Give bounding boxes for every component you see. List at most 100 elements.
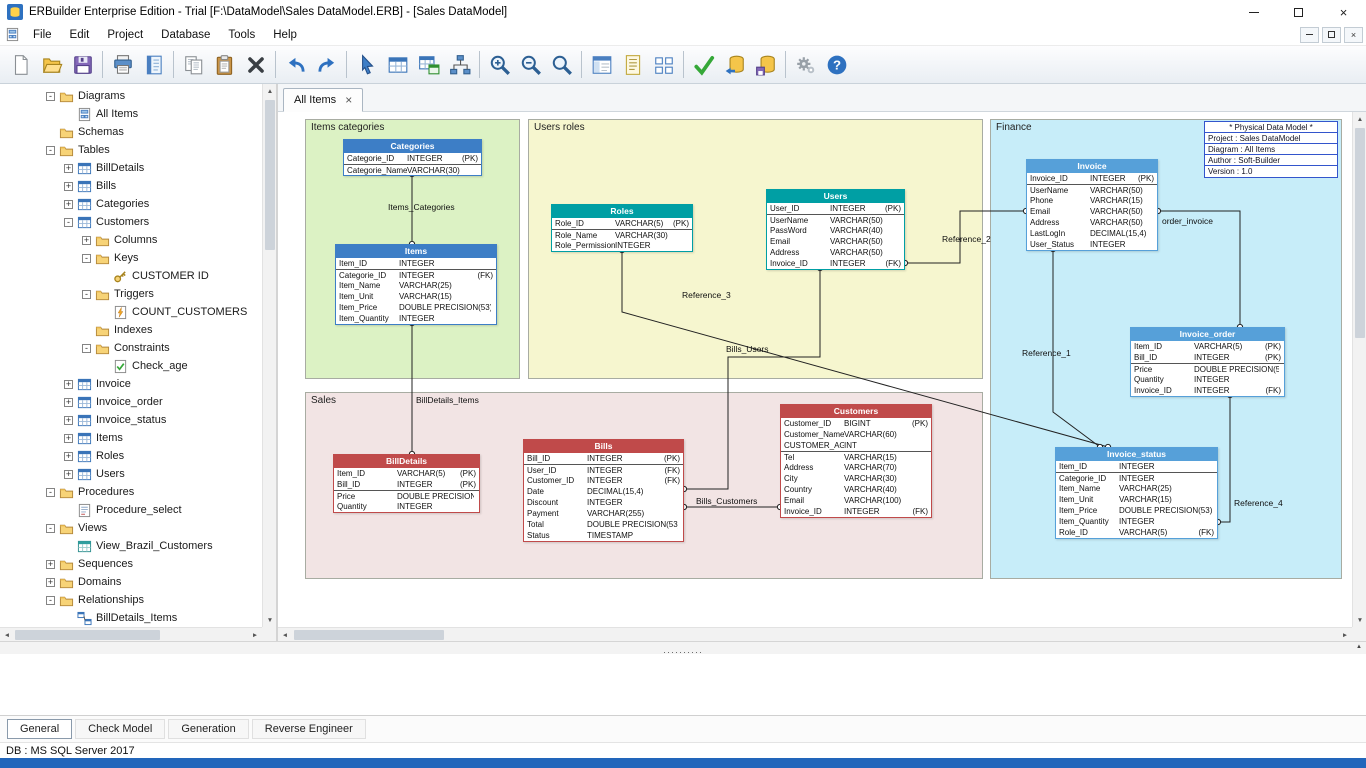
entity-bills[interactable]: BillsBill_IDINTEGER(PK)User_IDINTEGER(FK… bbox=[523, 439, 684, 542]
expand-box[interactable]: + bbox=[64, 182, 73, 191]
panel-button[interactable] bbox=[586, 48, 617, 81]
zoom-in-button[interactable] bbox=[484, 48, 515, 81]
panel-collapse-button[interactable]: ▲ bbox=[1356, 644, 1362, 650]
new-button[interactable] bbox=[5, 48, 36, 81]
expand-box[interactable]: + bbox=[64, 452, 73, 461]
tree-item-indexes[interactable]: Indexes bbox=[0, 321, 262, 339]
expand-box[interactable]: + bbox=[64, 434, 73, 443]
tree-item-users[interactable]: +Users bbox=[0, 465, 262, 483]
bottom-tab-general[interactable]: General bbox=[7, 719, 72, 739]
hierarchy-button[interactable] bbox=[444, 48, 475, 81]
collapse-box[interactable]: - bbox=[82, 290, 91, 299]
tree-item-view-brazil-customers[interactable]: View_Brazil_Customers bbox=[0, 537, 262, 555]
menu-help[interactable]: Help bbox=[264, 26, 306, 44]
undo-button[interactable] bbox=[280, 48, 311, 81]
tree-horizontal-scrollbar[interactable]: ◄ ► bbox=[0, 627, 262, 641]
minimize-button[interactable] bbox=[1231, 0, 1276, 24]
entity-items[interactable]: ItemsItem_IDINTEGERCategorie_IDINTEGER(F… bbox=[335, 244, 497, 325]
scroll-down-button[interactable]: ▼ bbox=[263, 613, 277, 627]
copy-button[interactable] bbox=[178, 48, 209, 81]
tree-item-procedure-select[interactable]: Procedure_select bbox=[0, 501, 262, 519]
collapse-box[interactable]: - bbox=[46, 596, 55, 605]
entity-invoice-order[interactable]: Invoice_orderItem_IDVARCHAR(5)(PK)Bill_I… bbox=[1130, 327, 1285, 397]
expand-box[interactable]: + bbox=[46, 560, 55, 569]
entity-customers[interactable]: CustomersCustomer_IDBIGINT(PK)Customer_N… bbox=[780, 404, 932, 518]
tree-item-categories[interactable]: +Categories bbox=[0, 195, 262, 213]
collapse-box[interactable]: - bbox=[46, 488, 55, 497]
tree-item-invoice-order[interactable]: +Invoice_order bbox=[0, 393, 262, 411]
tree-item-tables[interactable]: -Tables bbox=[0, 141, 262, 159]
entity-invoice[interactable]: InvoiceInvoice_IDINTEGER(PK)UserNameVARC… bbox=[1026, 159, 1158, 251]
paste-button[interactable] bbox=[209, 48, 240, 81]
close-button[interactable]: × bbox=[1321, 0, 1366, 24]
menu-file[interactable]: File bbox=[24, 26, 61, 44]
tree-item-schemas[interactable]: Schemas bbox=[0, 123, 262, 141]
note-button[interactable] bbox=[617, 48, 648, 81]
tree-item-invoice-status[interactable]: +Invoice_status bbox=[0, 411, 262, 429]
grid-button[interactable] bbox=[648, 48, 679, 81]
tree-vertical-scrollbar[interactable]: ▲ ▼ bbox=[262, 84, 276, 627]
mdi-close-button[interactable]: × bbox=[1344, 27, 1363, 43]
tree-item-columns[interactable]: +Columns bbox=[0, 231, 262, 249]
tree-item-sequences[interactable]: +Sequences bbox=[0, 555, 262, 573]
maximize-button[interactable] bbox=[1276, 0, 1321, 24]
collapse-box[interactable]: - bbox=[46, 524, 55, 533]
tree-item-roles[interactable]: +Roles bbox=[0, 447, 262, 465]
menu-edit[interactable]: Edit bbox=[61, 26, 99, 44]
expand-box[interactable]: + bbox=[64, 470, 73, 479]
tree-item-check-age[interactable]: Check_age bbox=[0, 357, 262, 375]
menu-project[interactable]: Project bbox=[98, 26, 152, 44]
menu-tools[interactable]: Tools bbox=[219, 26, 264, 44]
canvas-vertical-scrollbar[interactable]: ▲ ▼ bbox=[1352, 112, 1366, 627]
tree-item-customers[interactable]: -Customers bbox=[0, 213, 262, 231]
tree-item-relationships[interactable]: -Relationships bbox=[0, 591, 262, 609]
expand-box[interactable]: + bbox=[64, 380, 73, 389]
scrollbar-thumb[interactable] bbox=[265, 100, 275, 250]
tree-item-customer-id[interactable]: CUSTOMER ID bbox=[0, 267, 262, 285]
tree-item-items[interactable]: +Items bbox=[0, 429, 262, 447]
scrollbar-thumb[interactable] bbox=[15, 630, 160, 640]
tree-item-bills[interactable]: +Bills bbox=[0, 177, 262, 195]
collapse-box[interactable]: - bbox=[46, 146, 55, 155]
print-button[interactable] bbox=[107, 48, 138, 81]
collapse-box[interactable]: - bbox=[64, 218, 73, 227]
expand-box[interactable]: + bbox=[64, 416, 73, 425]
diagram-viewport[interactable]: Items categoriesUsers rolesFinanceSalesI… bbox=[278, 112, 1352, 627]
entity-categories[interactable]: CategoriesCategorie_IDINTEGER(PK)Categor… bbox=[343, 139, 482, 176]
panel-splitter[interactable]: ·········· ▲ bbox=[0, 641, 1366, 654]
tree-item-triggers[interactable]: -Triggers bbox=[0, 285, 262, 303]
collapse-box[interactable]: - bbox=[46, 92, 55, 101]
scroll-up-button[interactable]: ▲ bbox=[263, 84, 277, 98]
scrollbar-thumb[interactable] bbox=[1355, 128, 1365, 338]
tree-item-all-items[interactable]: All Items bbox=[0, 105, 262, 123]
entity-billdetails[interactable]: BillDetailsItem_IDVARCHAR(5)(PK)Bill_IDI… bbox=[333, 454, 480, 513]
tree-item-invoice[interactable]: +Invoice bbox=[0, 375, 262, 393]
delete-button[interactable] bbox=[240, 48, 271, 81]
bottom-tab-generation[interactable]: Generation bbox=[168, 719, 248, 739]
canvas-horizontal-scrollbar[interactable]: ◄ ► bbox=[278, 627, 1352, 641]
zoom-out-button[interactable] bbox=[515, 48, 546, 81]
tab-all-items[interactable]: All Items × bbox=[283, 88, 363, 112]
expand-box[interactable]: + bbox=[46, 578, 55, 587]
scroll-left-button[interactable]: ◄ bbox=[278, 628, 292, 641]
tree-item-views[interactable]: -Views bbox=[0, 519, 262, 537]
tree-item-diagrams[interactable]: -Diagrams bbox=[0, 87, 262, 105]
tree-item-billdetails[interactable]: +BillDetails bbox=[0, 159, 262, 177]
collapse-box[interactable]: - bbox=[82, 344, 91, 353]
mdi-restore-button[interactable] bbox=[1322, 27, 1341, 43]
settings-button[interactable] bbox=[790, 48, 821, 81]
db-save-button[interactable] bbox=[750, 48, 781, 81]
expand-box[interactable]: + bbox=[64, 164, 73, 173]
tree-item-procedures[interactable]: -Procedures bbox=[0, 483, 262, 501]
check-model-button[interactable] bbox=[688, 48, 719, 81]
views-button[interactable] bbox=[413, 48, 444, 81]
menu-database[interactable]: Database bbox=[152, 26, 219, 44]
bottom-tab-reverse-engineer[interactable]: Reverse Engineer bbox=[252, 719, 366, 739]
redo-button[interactable] bbox=[311, 48, 342, 81]
entity-users[interactable]: UsersUser_IDINTEGER(PK)UserNameVARCHAR(5… bbox=[766, 189, 905, 270]
collapse-box[interactable]: - bbox=[82, 254, 91, 263]
report-button[interactable] bbox=[138, 48, 169, 81]
diagram-note[interactable]: * Physical Data Model *Project : Sales D… bbox=[1204, 121, 1338, 178]
tab-close-icon[interactable]: × bbox=[345, 93, 352, 107]
tree-item-billdetails-items[interactable]: BillDetails_Items bbox=[0, 609, 262, 627]
